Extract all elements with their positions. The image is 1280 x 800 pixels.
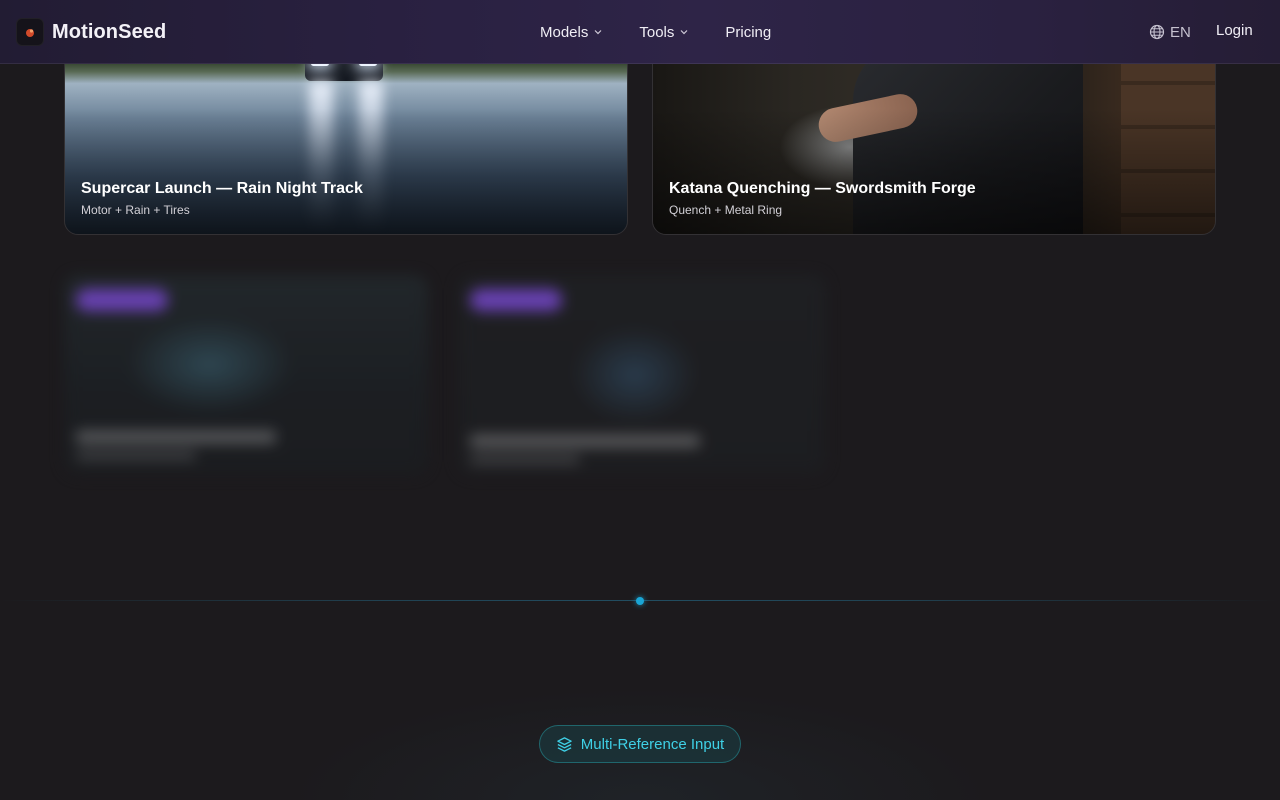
loading-subtitle <box>76 451 196 460</box>
loading-subtitle <box>470 455 580 464</box>
loading-tag <box>470 289 562 311</box>
globe-icon <box>1149 24 1165 40</box>
divider-dot <box>636 597 644 605</box>
nav-pricing[interactable]: Pricing <box>725 24 771 41</box>
multi-reference-badge: Multi-Reference Input <box>539 725 741 763</box>
loading-title <box>76 431 276 443</box>
main-menu: Models Tools Pricing <box>540 0 807 64</box>
language-label: EN <box>1170 23 1191 41</box>
layers-icon <box>557 736 572 752</box>
card-subtitle: Motor + Rain + Tires <box>81 203 190 217</box>
loading-card <box>458 275 826 475</box>
nav-tools-label: Tools <box>639 23 675 41</box>
example-card-katana[interactable]: Katana Quenching — Swordsmith Forge Quen… <box>652 40 1216 235</box>
chevron-down-icon <box>594 30 602 35</box>
loading-card <box>64 275 428 475</box>
brand-name: MotionSeed <box>52 20 167 43</box>
logo-mark-icon <box>16 18 44 46</box>
nav-tools[interactable]: Tools <box>639 24 689 41</box>
badge-label: Multi-Reference Input <box>580 735 725 753</box>
example-card-supercar[interactable]: Supercar Launch — Rain Night Track Motor… <box>64 40 628 235</box>
card-subtitle: Quench + Metal Ring <box>669 203 783 217</box>
card-title: Supercar Launch — Rain Night Track <box>81 180 363 197</box>
loading-title <box>470 435 700 447</box>
chevron-down-icon <box>680 30 688 35</box>
card-title: Katana Quenching — Swordsmith Forge <box>669 180 976 197</box>
top-navigation: MotionSeed Models Tools Pricing EN Login <box>0 0 1280 64</box>
section-background <box>0 601 1280 800</box>
loading-tag <box>76 289 168 311</box>
login-link[interactable]: Login <box>1216 22 1253 39</box>
nav-models-label: Models <box>540 23 589 41</box>
nav-models[interactable]: Models <box>540 24 603 41</box>
nav-pricing-label: Pricing <box>725 23 772 41</box>
brand-logo[interactable]: MotionSeed <box>16 18 166 46</box>
language-selector[interactable]: EN <box>1149 22 1191 42</box>
